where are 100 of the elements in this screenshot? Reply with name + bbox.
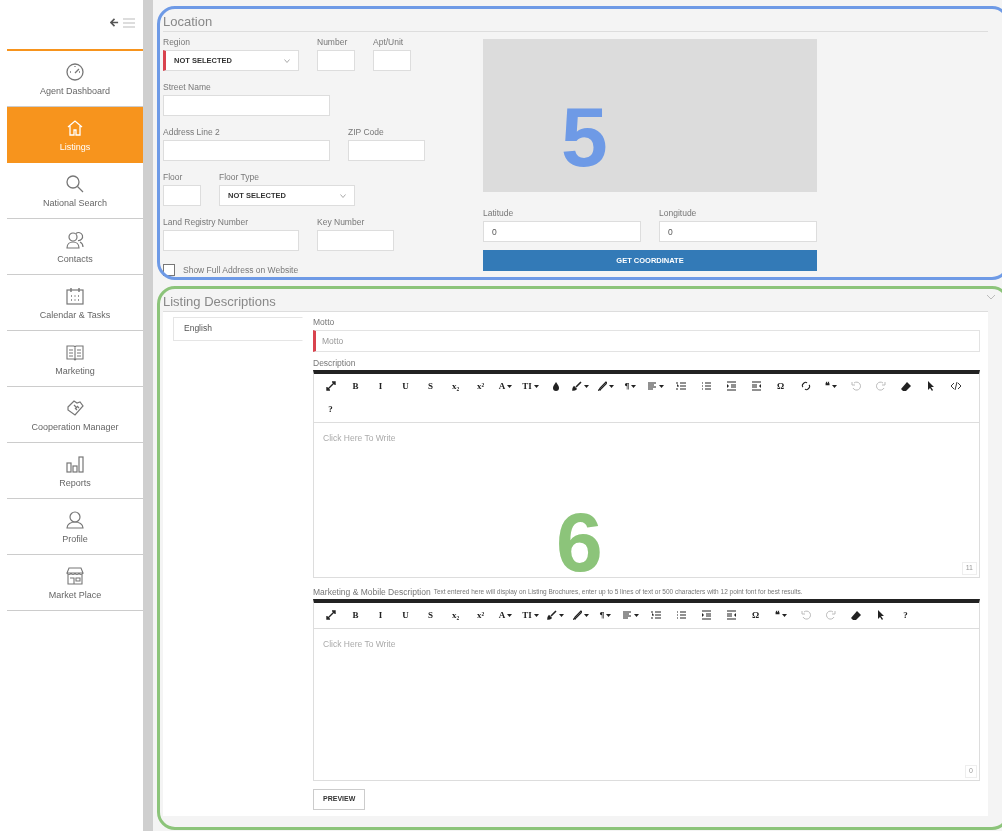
drop-icon	[550, 381, 561, 392]
field-label: Number	[317, 37, 349, 49]
brush-icon	[547, 610, 557, 621]
calendar-icon	[65, 285, 85, 306]
indent-icon	[750, 381, 761, 392]
toolbar-button[interactable]: B	[343, 374, 368, 398]
caret-icon	[284, 58, 290, 63]
toolbar-button[interactable]: U	[393, 603, 418, 627]
pen-icon	[572, 610, 582, 621]
field-label: Marketing & Mobile Description	[313, 585, 431, 599]
editor-placeholder: Click Here To Write	[323, 637, 396, 651]
input-field[interactable]	[163, 95, 330, 116]
expand-icon	[325, 381, 336, 392]
toolbar-button[interactable]: ?	[893, 603, 918, 627]
toolbar-button[interactable]: U	[393, 374, 418, 398]
field-label: Longitude	[659, 208, 698, 220]
input-field[interactable]	[163, 140, 330, 161]
field-label: Region	[163, 37, 191, 49]
numbered-list-icon	[675, 381, 686, 392]
eraser-icon	[850, 610, 861, 621]
toolbar-button[interactable]: TI	[518, 603, 543, 627]
input-field[interactable]	[317, 50, 355, 71]
input-field[interactable]	[163, 230, 299, 251]
expand-icon	[325, 610, 336, 621]
input-field[interactable]	[348, 140, 425, 161]
caret-icon	[584, 613, 589, 617]
field-label: Key Number	[317, 217, 366, 229]
motto-field[interactable]: Motto	[313, 329, 980, 352]
people-icon	[65, 229, 85, 250]
back-arrow-icon[interactable]	[110, 18, 119, 27]
toolbar-button[interactable]: Ω	[768, 374, 793, 398]
toolbar-button[interactable]: x²	[468, 374, 493, 398]
pointer-icon	[875, 610, 886, 621]
caret-icon	[533, 613, 539, 617]
store-icon	[65, 565, 85, 586]
toolbar-button[interactable]: x₂	[443, 374, 468, 398]
toolbar-button[interactable]: I	[368, 603, 393, 627]
caret-icon	[507, 384, 513, 388]
input-field[interactable]: 0	[483, 221, 641, 242]
toolbar-button[interactable]: S	[418, 603, 443, 627]
caret-icon	[781, 613, 787, 617]
redo-icon	[875, 381, 886, 392]
chevron-icon[interactable]	[986, 294, 996, 301]
editor-placeholder: Click Here To Write	[323, 431, 396, 445]
brush-icon	[572, 381, 582, 392]
caret-icon	[659, 384, 664, 388]
toolbar-button[interactable]: B	[343, 603, 368, 627]
checkbox[interactable]	[163, 264, 175, 277]
field-label: Latitude	[483, 208, 515, 220]
link-icon	[800, 381, 811, 392]
pen-icon	[597, 381, 607, 392]
toolbar-button[interactable]: ¶	[593, 603, 618, 627]
undo-icon	[800, 610, 811, 621]
annotation-number: 5	[561, 95, 608, 179]
redo-icon	[825, 610, 836, 621]
caret-icon	[831, 384, 837, 388]
toolbar-button[interactable]: ❝	[768, 603, 793, 627]
numbered-list-icon	[650, 610, 661, 621]
toolbar-button[interactable]: I	[368, 374, 393, 398]
input-field[interactable]	[317, 230, 394, 251]
caret-icon	[631, 384, 637, 388]
input-field[interactable]	[163, 185, 201, 206]
toolbar-button[interactable]: x₂	[443, 603, 468, 627]
toolbar-button[interactable]: ❝	[818, 374, 843, 398]
toolbar-button[interactable]: ¶	[618, 374, 643, 398]
field-label: Description	[313, 356, 356, 370]
toolbar-button[interactable]: x²	[468, 603, 493, 627]
bullet-list-icon	[700, 381, 711, 392]
field-label: Floor Type	[219, 172, 260, 184]
field-label: Address Line 2	[163, 127, 221, 139]
language-tab[interactable]: English	[173, 316, 303, 341]
caret-icon	[606, 613, 612, 617]
field-label: Land Registry Number	[163, 217, 250, 229]
toolbar-button[interactable]: A	[493, 374, 518, 398]
toolbar-button[interactable]: S	[418, 374, 443, 398]
toolbar-button[interactable]: Ω	[743, 603, 768, 627]
checkbox-label: Show Full Address on Website	[183, 264, 299, 277]
scrollbar[interactable]	[143, 0, 153, 831]
indent-icon	[725, 610, 736, 621]
toolbar-button[interactable]: ?	[318, 397, 343, 421]
caret-icon	[340, 193, 346, 198]
caret-icon	[584, 384, 589, 388]
field-label: Apt/Unit	[373, 37, 405, 49]
map-area[interactable]	[483, 39, 817, 192]
gauge-icon	[65, 61, 85, 82]
outdent-icon	[700, 610, 711, 621]
align-icon	[647, 381, 657, 392]
outdent-icon	[725, 381, 736, 392]
toolbar-button[interactable]: TI	[518, 374, 543, 398]
person-icon	[65, 509, 85, 530]
section-title: Location	[163, 12, 988, 32]
input-field[interactable]: 0	[659, 221, 817, 242]
caret-icon	[609, 384, 614, 388]
caret-icon	[533, 384, 539, 388]
search-icon	[65, 173, 85, 194]
toolbar-button[interactable]: A	[493, 603, 518, 627]
caret-icon	[507, 613, 513, 617]
field-label: ZIP Code	[348, 127, 385, 139]
code-icon	[950, 381, 961, 392]
input-field[interactable]	[373, 50, 411, 71]
